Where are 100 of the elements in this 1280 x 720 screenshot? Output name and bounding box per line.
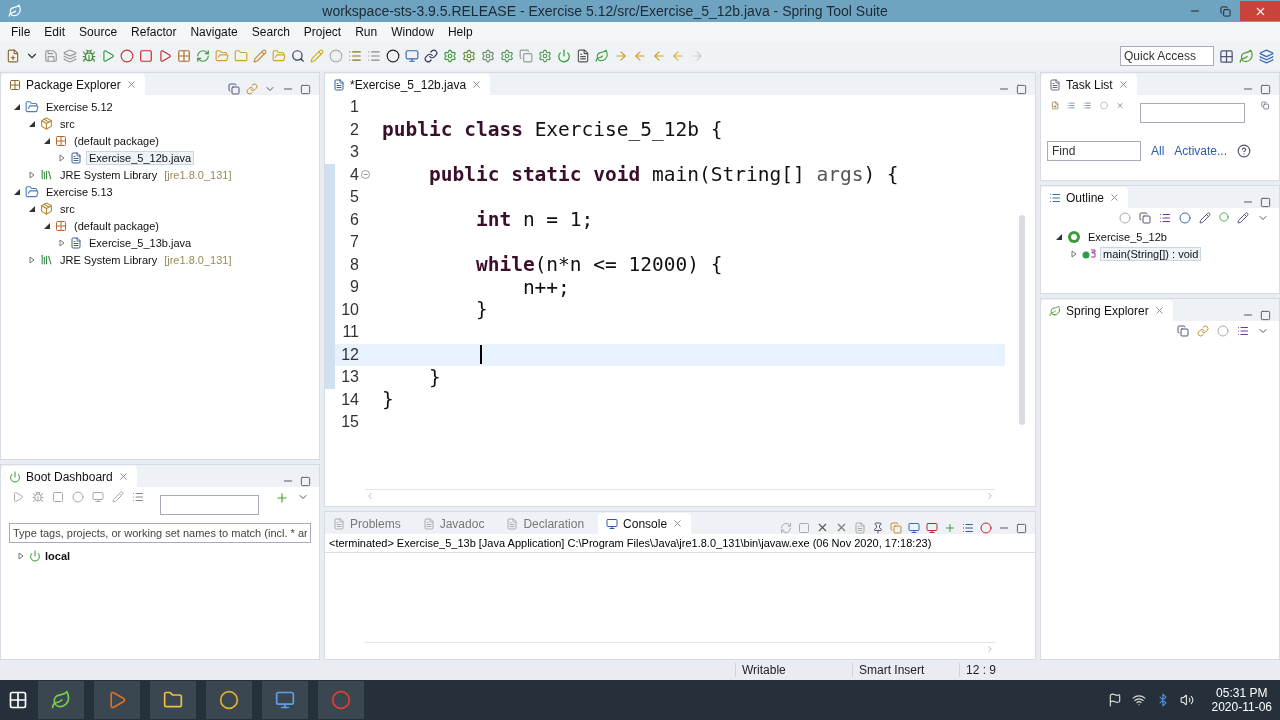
taskbar-app[interactable]: [150, 681, 196, 719]
list-icon[interactable]: [1067, 99, 1076, 112]
taskbar-app[interactable]: [206, 681, 252, 719]
circle-icon[interactable]: [386, 49, 400, 63]
console-icon[interactable]: [92, 491, 104, 503]
close-icon[interactable]: [117, 471, 129, 482]
document-icon[interactable]: [576, 49, 590, 63]
find-field[interactable]: Find: [1047, 141, 1141, 161]
remove-icon[interactable]: [816, 521, 829, 534]
maximize-icon[interactable]: [1016, 84, 1027, 95]
bug-icon[interactable]: [82, 49, 96, 63]
close-icon[interactable]: [1109, 192, 1121, 203]
tree-item[interactable]: src: [57, 116, 78, 131]
arrow-left-icon[interactable]: [671, 49, 685, 63]
start-icon[interactable]: [12, 491, 24, 503]
filter-icon[interactable]: [1237, 212, 1249, 224]
collapse-all-icon[interactable]: [1139, 212, 1151, 224]
leaf-icon[interactable]: [1239, 48, 1254, 64]
close-icon[interactable]: [672, 518, 684, 529]
maximize-icon[interactable]: [300, 476, 311, 487]
dot-icon[interactable]: [1219, 212, 1229, 222]
monitor-icon[interactable]: [405, 49, 419, 63]
tree-item[interactable]: JRE System Library: [57, 252, 161, 267]
menu-item[interactable]: File: [4, 25, 38, 39]
table-icon[interactable]: [132, 491, 144, 503]
list-icon[interactable]: [1083, 99, 1092, 112]
folder-icon[interactable]: [234, 49, 248, 63]
view-tab[interactable]: Javadoc: [414, 513, 493, 534]
filter-icon[interactable]: [1199, 212, 1211, 224]
perspective-icon[interactable]: [1219, 48, 1234, 64]
run-icon[interactable]: [158, 49, 172, 63]
collapsed-triangle-icon[interactable]: [1070, 249, 1078, 258]
tree-item[interactable]: local: [45, 549, 71, 562]
scroll-left-icon[interactable]: [365, 491, 375, 501]
tree-item[interactable]: Exercise 5.12: [43, 99, 116, 114]
save-all-icon[interactable]: [63, 49, 77, 63]
pencil-icon[interactable]: [310, 49, 324, 63]
scrollbar[interactable]: [1019, 215, 1025, 425]
tree-item[interactable]: src: [57, 201, 78, 216]
search-icon[interactable]: [291, 49, 305, 63]
collapse-all-icon[interactable]: [1260, 99, 1270, 112]
link-icon[interactable]: [424, 49, 438, 63]
stop-icon[interactable]: [139, 49, 153, 63]
new-file-icon[interactable]: [6, 49, 20, 63]
restore-icon[interactable]: [1219, 5, 1231, 17]
maximize-icon[interactable]: [1260, 310, 1271, 321]
collapsed-triangle-icon[interactable]: [28, 255, 36, 264]
close-icon[interactable]: [1153, 305, 1165, 316]
link[interactable]: Activate...: [1174, 144, 1228, 158]
menu-item[interactable]: Edit: [37, 25, 73, 39]
filter-field[interactable]: Type tags, projects, or working set names to match (incl. * ar: [9, 523, 311, 543]
close-icon[interactable]: [125, 79, 137, 90]
play-icon[interactable]: [101, 49, 115, 63]
view-tab[interactable]: Package Explorer: [1, 74, 145, 95]
remove-all-icon[interactable]: [835, 521, 848, 534]
menu-item[interactable]: Window: [384, 25, 441, 39]
taskbar-app[interactable]: [262, 681, 308, 719]
editor-tab[interactable]: *Exercise_5_12b.java: [325, 74, 491, 95]
tree-item[interactable]: Exercise_5_12b.java: [86, 150, 195, 165]
menu-item[interactable]: Refactor: [124, 25, 184, 39]
java-perspective-icon[interactable]: [1259, 48, 1274, 64]
debug-icon[interactable]: [32, 491, 44, 503]
menu-item[interactable]: Help: [440, 25, 480, 39]
collapsed-triangle-icon[interactable]: [17, 551, 25, 560]
grid-icon[interactable]: [177, 49, 191, 63]
pencil-icon[interactable]: [253, 49, 267, 63]
maximize-icon[interactable]: [1016, 523, 1027, 534]
collapse-all-icon[interactable]: [1177, 325, 1189, 337]
refresh-icon[interactable]: [780, 522, 792, 534]
copy-icon[interactable]: [890, 522, 902, 534]
console-icon[interactable]: [926, 522, 938, 534]
view-tab[interactable]: Declaration: [498, 513, 593, 534]
tree-item[interactable]: Exercise_5_12b: [1085, 229, 1170, 244]
tree-item[interactable]: Exercise_5_13b.java: [86, 235, 195, 250]
gear-icon[interactable]: [500, 49, 514, 63]
collapsed-triangle-icon[interactable]: [28, 170, 36, 179]
tree-item[interactable]: JRE System Library: [57, 167, 161, 182]
help-icon[interactable]: [1237, 144, 1252, 158]
copy-icon[interactable]: [519, 49, 533, 63]
pencil-icon[interactable]: [112, 491, 124, 503]
folder-icon[interactable]: [215, 49, 229, 63]
add-icon[interactable]: [275, 491, 289, 505]
link[interactable]: All: [1151, 144, 1165, 158]
arrow-left-icon[interactable]: [652, 49, 666, 63]
view-tab[interactable]: Task List: [1041, 74, 1137, 95]
sort-icon[interactable]: [1237, 325, 1249, 337]
tree-item[interactable]: Exercise 5.13: [43, 184, 116, 199]
speaker-icon[interactable]: [1179, 693, 1194, 707]
gear-icon[interactable]: [538, 49, 552, 63]
view-tab[interactable]: Boot Dashboard: [1, 466, 137, 487]
save-icon[interactable]: [44, 49, 58, 63]
quick-access-field[interactable]: Quick Access: [1120, 46, 1214, 66]
list-icon[interactable]: [962, 522, 974, 534]
gear-icon[interactable]: [443, 49, 457, 63]
stop-icon[interactable]: [52, 491, 64, 503]
power-icon[interactable]: [557, 49, 571, 63]
menu-item[interactable]: Run: [348, 25, 385, 39]
console-icon[interactable]: [908, 522, 920, 534]
windows-logo-icon[interactable]: [8, 690, 28, 710]
close-icon[interactable]: [471, 79, 483, 90]
